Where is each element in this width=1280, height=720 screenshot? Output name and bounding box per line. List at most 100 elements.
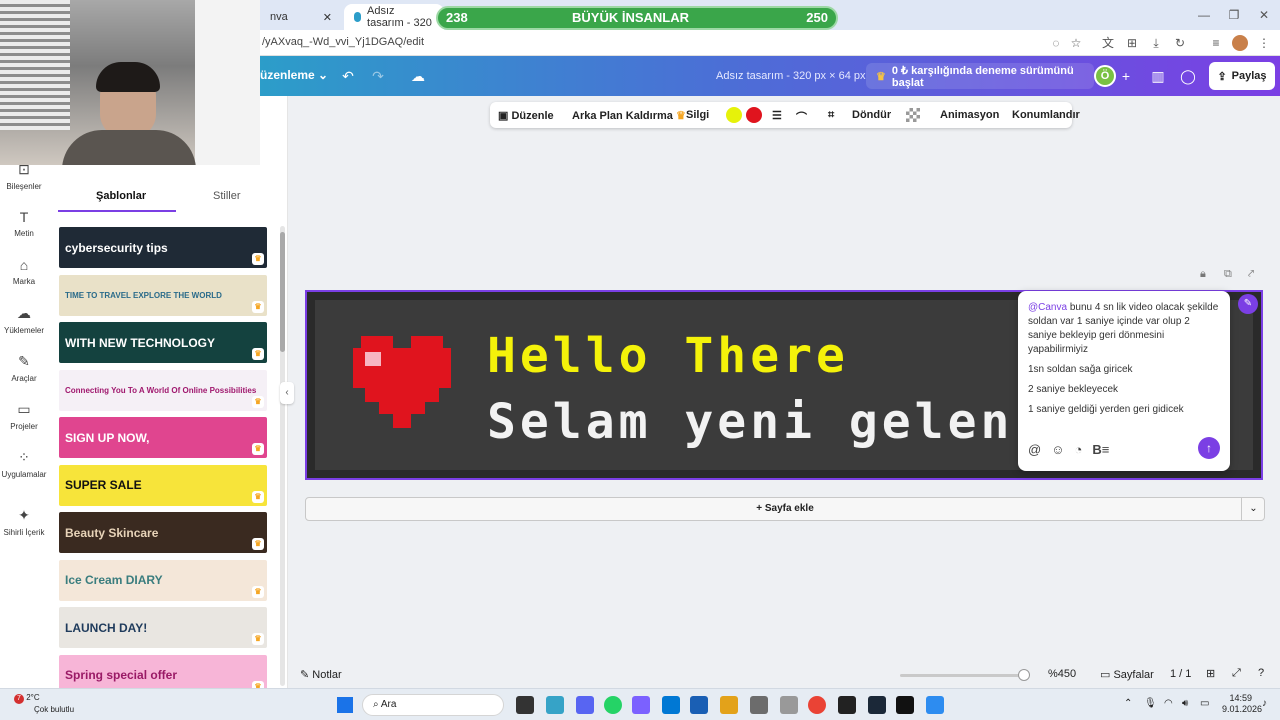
add-collaborator-icon[interactable]: + bbox=[1116, 66, 1136, 86]
system-tray-chevron-icon[interactable]: ⌃ bbox=[1124, 698, 1132, 709]
start-trial-button[interactable]: ♛ 0 ₺ karşılığında deneme sürümünü başla… bbox=[866, 63, 1094, 89]
rail-item-uploads[interactable]: ☁ Yüklemeler bbox=[0, 305, 48, 335]
minimize-icon[interactable]: — bbox=[1196, 7, 1212, 23]
mouse-app-icon[interactable] bbox=[780, 696, 798, 714]
collapse-panel-handle[interactable]: ‹ bbox=[280, 382, 294, 404]
maximize-icon[interactable]: ❐ bbox=[1226, 7, 1242, 23]
position-button[interactable]: Konumlandır bbox=[1012, 109, 1080, 121]
mention[interactable]: @Canva bbox=[1028, 302, 1067, 313]
mention-icon[interactable]: @ bbox=[1028, 443, 1041, 457]
copilot-icon[interactable] bbox=[632, 696, 650, 714]
zoom-level[interactable]: %450 bbox=[1048, 668, 1076, 680]
rail-item-tools[interactable]: ✎ Araçlar bbox=[0, 353, 48, 383]
wifi-icon[interactable]: ◠ bbox=[1164, 698, 1173, 709]
animate-button[interactable]: Animasyon bbox=[940, 109, 999, 121]
help-icon[interactable]: ? bbox=[1258, 667, 1264, 679]
color-swatch-red[interactable] bbox=[746, 107, 762, 123]
corner-radius-icon[interactable]: ⌒ bbox=[796, 109, 807, 125]
border-style-icon[interactable]: ☰ bbox=[772, 109, 782, 122]
rail-item-apps[interactable]: ⁘ Uygulamalar bbox=[0, 449, 48, 479]
user-avatar[interactable]: Ö bbox=[1094, 65, 1116, 87]
insights-chart-icon[interactable]: ▥ bbox=[1148, 66, 1168, 86]
duplicate-icon[interactable]: ⧉ bbox=[1224, 268, 1232, 281]
more-icon[interactable]: ⋮ bbox=[1256, 35, 1272, 51]
transparency-icon[interactable] bbox=[906, 108, 920, 122]
template-thumbnail[interactable]: Connecting You To A World Of Online Poss… bbox=[59, 369, 267, 411]
volume-icon[interactable]: 🔊︎ bbox=[1182, 698, 1188, 709]
bg-remove-button[interactable]: Arka Plan Kaldırma ♛ bbox=[572, 109, 686, 122]
extensions-icon[interactable]: ⊞ bbox=[1124, 35, 1140, 51]
template-thumbnail[interactable]: Beauty Skincare ♛ bbox=[59, 512, 267, 553]
mic-icon[interactable]: 🎙︎ bbox=[1144, 698, 1157, 709]
download-icon[interactable]: ⤓ bbox=[1148, 35, 1164, 51]
lock-icon[interactable]: 🔒︎ bbox=[1200, 268, 1206, 281]
add-page-button[interactable]: + Sayfa ekle bbox=[305, 497, 1265, 521]
rail-item-magic[interactable]: ✦ Sihirli İçerik bbox=[0, 507, 48, 537]
template-thumbnail[interactable]: LAUNCH DAY! ♛ bbox=[59, 607, 267, 648]
file-explorer-icon[interactable] bbox=[720, 696, 738, 714]
discord-icon[interactable] bbox=[576, 696, 594, 714]
clock[interactable]: 14:59 9.01.2026 bbox=[1222, 693, 1262, 715]
comment-icon[interactable]: ◯ bbox=[1178, 66, 1198, 86]
game-launcher-icon[interactable] bbox=[838, 696, 856, 714]
edit-image-button[interactable]: ▣ Düzenle bbox=[498, 109, 554, 122]
template-thumbnail[interactable]: TIME TO TRAVEL EXPLORE THE WORLD ♛ bbox=[59, 274, 267, 316]
steam-icon[interactable] bbox=[868, 696, 886, 714]
template-thumbnail[interactable]: cybersecurity tips ♛ bbox=[59, 227, 267, 268]
edit-menu[interactable]: üzenleme ⌄ bbox=[260, 68, 328, 82]
taskbar-search[interactable]: ⌕ Ara bbox=[362, 694, 504, 716]
rotate-button[interactable]: Döndür bbox=[852, 109, 891, 121]
panel-scrollbar[interactable] bbox=[280, 226, 285, 686]
whatsapp-icon[interactable] bbox=[604, 696, 622, 714]
edit-pencil-icon[interactable]: ✎ bbox=[1238, 294, 1258, 314]
template-thumbnail[interactable]: SUPER SALE ♛ bbox=[59, 464, 267, 506]
cloud-sync-icon[interactable]: ☁ bbox=[408, 66, 428, 86]
bold-format-icon[interactable]: B≡ bbox=[1092, 443, 1109, 457]
star-icon[interactable]: ☆ bbox=[1068, 35, 1084, 51]
notes-button[interactable]: ✎ Notlar bbox=[300, 668, 342, 681]
eraser-button[interactable]: Silgi bbox=[686, 109, 709, 121]
share-button[interactable]: ⇪ Paylaş bbox=[1209, 62, 1275, 90]
add-page-chevron-icon[interactable]: ⌄ bbox=[1241, 497, 1265, 521]
comment-box[interactable]: @Canva bunu 4 sn lik video olacak şekild… bbox=[1018, 291, 1230, 471]
eye-off-icon[interactable]: ◌ bbox=[1048, 35, 1064, 51]
tab-styles[interactable]: Stiller bbox=[213, 190, 241, 202]
history-icon[interactable]: ↻ bbox=[1172, 35, 1188, 51]
weather-widget[interactable]: 7 2°C Çok bulutlu bbox=[14, 692, 74, 715]
url-text[interactable]: /yAXvaq_-Wd_vvi_Yj1DGAQ/edit bbox=[262, 36, 424, 48]
zoom-slider-handle[interactable] bbox=[1018, 669, 1030, 681]
store-icon[interactable] bbox=[662, 696, 680, 714]
sticker-icon[interactable]: ◔ bbox=[1074, 443, 1082, 457]
mail-icon[interactable] bbox=[926, 696, 944, 714]
fullscreen-icon[interactable]: ⤢ bbox=[1232, 667, 1241, 680]
rail-item-projects[interactable]: ▭ Projeler bbox=[0, 401, 48, 431]
reading-list-icon[interactable]: ≡ bbox=[1208, 35, 1224, 51]
send-button[interactable]: ↑ bbox=[1198, 437, 1220, 459]
widgets-icon[interactable] bbox=[546, 696, 564, 714]
add-page-icon[interactable]: ⤤ bbox=[1248, 268, 1254, 281]
tab-active-design[interactable]: Adsız tasarım - 320 bbox=[344, 4, 444, 30]
emoji-icon[interactable]: ☺ bbox=[1051, 443, 1064, 457]
undo-icon[interactable]: ↶ bbox=[338, 66, 358, 86]
pages-button[interactable]: ▭ Sayfalar bbox=[1100, 668, 1154, 681]
close-icon[interactable]: ✕ bbox=[323, 11, 332, 24]
windows-start-icon[interactable] bbox=[337, 697, 353, 713]
template-thumbnail[interactable]: SIGN UP NOW, ♛ bbox=[59, 417, 267, 458]
tab-templates[interactable]: Şablonlar bbox=[96, 190, 146, 202]
template-thumbnail[interactable]: WITH NEW TECHNOLOGY ♛ bbox=[59, 322, 267, 363]
redo-icon[interactable]: ↷ bbox=[368, 66, 388, 86]
grid-view-icon[interactable]: ⊞ bbox=[1206, 667, 1215, 680]
notifications-icon[interactable]: ♪ bbox=[1262, 698, 1267, 709]
task-view-icon[interactable] bbox=[516, 696, 534, 714]
design-title[interactable]: Adsız tasarım - 320 px × 64 px bbox=[716, 70, 866, 82]
translate-icon[interactable]: 文 bbox=[1100, 35, 1116, 51]
zoom-slider[interactable] bbox=[900, 669, 1030, 681]
crop-icon[interactable]: ⌗ bbox=[828, 109, 834, 122]
calculator-icon[interactable] bbox=[750, 696, 768, 714]
photos-icon[interactable] bbox=[690, 696, 708, 714]
window-close-icon[interactable]: ✕ bbox=[1256, 7, 1272, 23]
capcut-icon[interactable] bbox=[896, 696, 914, 714]
rail-item-elements[interactable]: ⊡ Bileşenler bbox=[0, 161, 48, 191]
rail-item-text[interactable]: T Metin bbox=[0, 209, 48, 238]
battery-icon[interactable]: ▭ bbox=[1200, 698, 1209, 709]
